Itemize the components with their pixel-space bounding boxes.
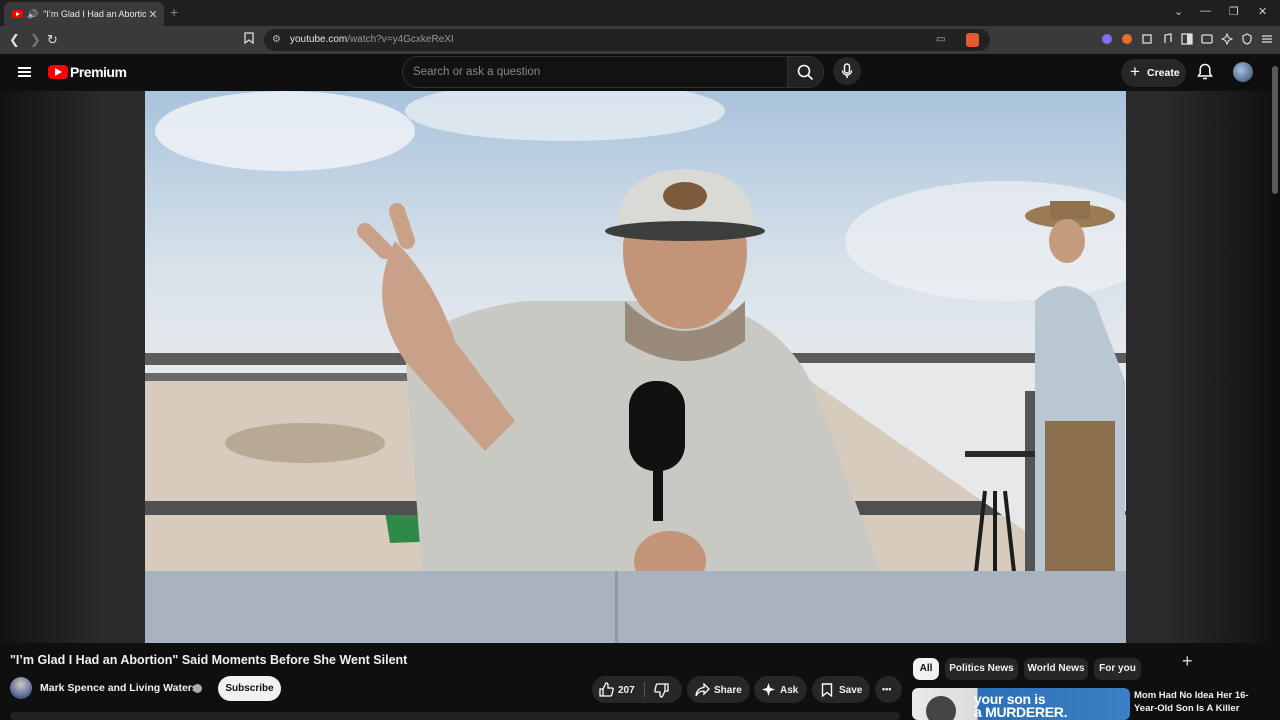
site-info-icon[interactable]: ⚙ bbox=[272, 34, 281, 45]
share-label: Share bbox=[714, 685, 742, 696]
subscribe-button[interactable]: Subscribe bbox=[218, 676, 281, 701]
brave-shield-icon[interactable] bbox=[966, 33, 979, 47]
channel-name[interactable]: Mark Spence and Living Waters bbox=[40, 682, 198, 694]
youtube-premium-logo[interactable]: Premium bbox=[70, 64, 127, 80]
cast-icon[interactable]: ▭ bbox=[936, 34, 945, 45]
like-icon[interactable] bbox=[599, 682, 614, 697]
browser-tab-active[interactable]: 🔊 "I’m Glad I Had an Abortion" ✕ bbox=[4, 2, 164, 26]
search-button[interactable] bbox=[787, 56, 824, 88]
vpn-shield-icon[interactable] bbox=[1241, 33, 1253, 45]
new-tab-button[interactable]: + bbox=[170, 4, 178, 20]
speaker-icon[interactable]: 🔊 bbox=[27, 9, 38, 20]
thumbnail-text: your son is a MURDERER. bbox=[974, 691, 1068, 720]
save-bookmark-icon bbox=[821, 683, 833, 697]
search-icon bbox=[797, 64, 814, 81]
add-chip-plus-icon[interactable]: + bbox=[1182, 651, 1193, 672]
share-button[interactable]: Share bbox=[687, 676, 750, 703]
page-scrollbar[interactable] bbox=[1270, 54, 1280, 720]
video-info-section: "I’m Glad I Had an Abortion" Said Moment… bbox=[0, 643, 1270, 720]
ai-sparkle-icon[interactable] bbox=[1221, 33, 1233, 45]
reload-icon[interactable]: ↻ bbox=[47, 32, 58, 48]
verified-badge-icon bbox=[193, 684, 202, 693]
sidebar-icon[interactable] bbox=[1181, 33, 1193, 45]
account-avatar[interactable] bbox=[1233, 62, 1253, 82]
restore-icon[interactable]: ❐ bbox=[1229, 5, 1239, 18]
youtube-logo-icon[interactable] bbox=[48, 65, 68, 79]
tab-title: "I’m Glad I Had an Abortion" bbox=[43, 9, 146, 19]
create-label: Create bbox=[1147, 67, 1180, 79]
tab-search-chevron-icon[interactable]: ⌄ bbox=[1174, 5, 1183, 18]
video-player[interactable] bbox=[145, 91, 1126, 643]
notifications-bell-icon[interactable] bbox=[1197, 63, 1213, 81]
tab-close-icon[interactable]: ✕ bbox=[146, 8, 160, 21]
extension-icon[interactable] bbox=[1121, 33, 1133, 45]
youtube-favicon-icon bbox=[12, 10, 23, 18]
save-button[interactable]: Save bbox=[812, 676, 870, 703]
chip-for-you[interactable]: For you bbox=[1094, 658, 1141, 680]
search-placeholder: Search or ask a question bbox=[413, 66, 541, 78]
save-label: Save bbox=[839, 685, 863, 696]
sparkle-icon bbox=[762, 683, 775, 696]
video-frame-image bbox=[145, 91, 1126, 643]
chip-all[interactable]: All bbox=[913, 658, 939, 680]
recommended-video-title[interactable]: Mom Had No Idea Her 16-Year-Old Son Is A… bbox=[1134, 689, 1259, 715]
music-icon[interactable] bbox=[1161, 33, 1173, 45]
bookmark-icon[interactable] bbox=[244, 32, 254, 47]
youtube-header: Premium Search or ask a question + Creat… bbox=[0, 54, 1280, 91]
recommended-video-thumbnail[interactable]: your son is a MURDERER. bbox=[912, 688, 1130, 720]
share-icon bbox=[695, 683, 710, 697]
address-bar[interactable]: ⚙ youtube.com/watch?v=y4GcxkeReXI ▭ bbox=[264, 29, 990, 51]
ask-button[interactable]: Ask bbox=[754, 676, 807, 703]
scrollbar-thumb[interactable] bbox=[1272, 66, 1278, 194]
dislike-icon[interactable] bbox=[654, 683, 669, 698]
thumbnail-person-image bbox=[926, 696, 956, 720]
forward-icon[interactable]: ❯ bbox=[30, 32, 41, 48]
plus-icon: + bbox=[1130, 62, 1140, 81]
like-count[interactable]: 207 bbox=[618, 685, 635, 696]
microphone-icon bbox=[841, 63, 853, 78]
wallet-icon[interactable] bbox=[1201, 33, 1213, 45]
window-close-icon[interactable]: ✕ bbox=[1258, 5, 1267, 18]
browser-menu-icon[interactable] bbox=[1261, 33, 1273, 45]
ask-label: Ask bbox=[780, 685, 799, 696]
search-input[interactable]: Search or ask a question bbox=[402, 56, 788, 88]
like-divider bbox=[644, 682, 645, 697]
extension-leo-icon[interactable] bbox=[1101, 33, 1113, 45]
back-icon[interactable]: ❮ bbox=[9, 32, 20, 48]
more-actions-button[interactable]: ••• bbox=[875, 676, 902, 703]
chip-politics-news[interactable]: Politics News bbox=[945, 658, 1018, 680]
minimize-icon[interactable]: — bbox=[1200, 5, 1211, 17]
horizontal-scrollbar[interactable] bbox=[10, 712, 900, 720]
chip-world-news[interactable]: World News bbox=[1024, 658, 1088, 680]
url-text: youtube.com/watch?v=y4GcxkeReXI bbox=[290, 34, 454, 45]
puzzle-extensions-icon[interactable] bbox=[1141, 33, 1153, 45]
create-button[interactable]: + Create bbox=[1121, 59, 1186, 87]
hamburger-menu-icon[interactable] bbox=[18, 67, 31, 77]
more-dots-icon: ••• bbox=[882, 684, 892, 694]
channel-avatar[interactable] bbox=[10, 677, 32, 699]
like-dislike-group: 207 bbox=[592, 676, 682, 703]
browser-toolbar: ❮ ❯ ↻ ⚙ youtube.com/watch?v=y4GcxkeReXI … bbox=[0, 26, 1280, 54]
browser-tab-bar: 🔊 "I’m Glad I Had an Abortion" ✕ + ⌄ — ❐… bbox=[0, 0, 1280, 26]
voice-search-button[interactable] bbox=[833, 57, 861, 85]
video-title: "I’m Glad I Had an Abortion" Said Moment… bbox=[10, 653, 408, 667]
